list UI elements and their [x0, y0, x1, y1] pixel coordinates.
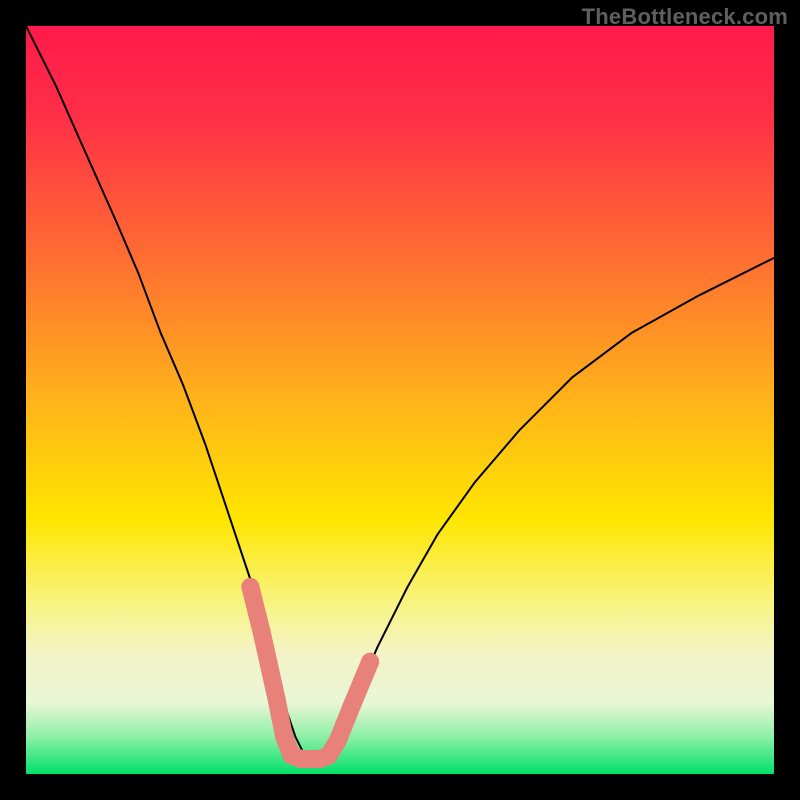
valley-marker: [241, 578, 259, 596]
valley-marker: [253, 623, 271, 641]
valley-marker: [275, 728, 293, 746]
gradient-background: [26, 26, 774, 774]
valley-marker: [342, 698, 360, 716]
valley-marker: [329, 731, 347, 749]
valley-marker: [361, 653, 379, 671]
watermark-text: TheBottleneck.com: [582, 4, 788, 30]
chart-frame: TheBottleneck.com: [0, 0, 800, 800]
valley-marker: [268, 690, 286, 708]
bottleneck-chart: [26, 26, 774, 774]
valley-marker: [320, 746, 338, 764]
plot-area: [26, 26, 774, 774]
